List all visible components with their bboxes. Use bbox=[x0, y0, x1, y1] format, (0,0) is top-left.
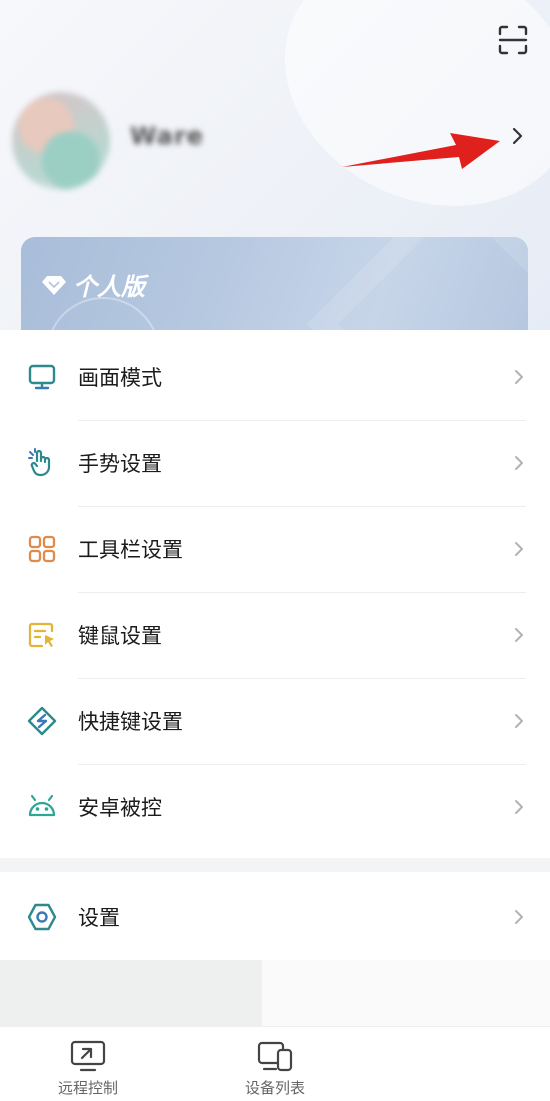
settings-panel: 设置 bbox=[0, 872, 550, 960]
profile-header: Ware 个人版 bbox=[0, 0, 550, 340]
menu-item-label: 安卓被控 bbox=[78, 796, 162, 820]
android-icon bbox=[28, 794, 56, 817]
chevron-right-icon bbox=[515, 628, 523, 642]
grid-icon bbox=[28, 535, 56, 563]
chevron-right-icon bbox=[515, 542, 523, 556]
tab-label: 设备列表 bbox=[244, 1079, 305, 1097]
bottom-tab-bar: 远程控制 设备列表 bbox=[0, 1026, 550, 1101]
vip-text: 个人版 bbox=[73, 273, 145, 301]
menu-item-label: 快捷键设置 bbox=[78, 710, 183, 734]
chevron-right-icon bbox=[515, 714, 523, 728]
username[interactable]: Ware bbox=[130, 122, 204, 150]
menu-item-display-mode[interactable]: 画面模式 bbox=[0, 334, 550, 420]
shortcut-diamond-icon bbox=[27, 706, 57, 736]
chevron-right-icon[interactable] bbox=[505, 122, 529, 150]
menu-panel: 画面模式 手势设置 工具栏设置 键鼠设置 快捷键设置 安卓被控 bbox=[0, 330, 550, 858]
gesture-hand-icon bbox=[28, 448, 51, 477]
menu-item-gesture[interactable]: 手势设置 bbox=[0, 420, 550, 506]
chevron-right-icon bbox=[515, 910, 523, 924]
tab-label: 远程控制 bbox=[57, 1079, 118, 1097]
menu-item-label: 设置 bbox=[78, 906, 120, 930]
vip-label: 个人版 bbox=[41, 267, 145, 302]
tab-remote-control[interactable]: 远程控制 bbox=[18, 1035, 158, 1097]
chevron-right-icon bbox=[515, 370, 523, 384]
annotation-red-arrow bbox=[342, 133, 500, 169]
keyboard-mouse-icon bbox=[28, 622, 54, 648]
avatar[interactable] bbox=[12, 92, 110, 190]
remote-control-icon bbox=[70, 1040, 106, 1072]
chevron-right-icon bbox=[515, 800, 523, 814]
menu-item-android[interactable]: 安卓被控 bbox=[0, 764, 550, 850]
settings-hexagon-icon bbox=[27, 903, 57, 931]
chevron-right-icon bbox=[515, 456, 523, 470]
blank-area bbox=[0, 960, 262, 1026]
menu-item-label: 画面模式 bbox=[78, 366, 162, 390]
monitor-icon bbox=[28, 364, 56, 390]
blank-area bbox=[262, 960, 550, 1026]
menu-item-label: 工具栏设置 bbox=[78, 538, 183, 562]
menu-item-label: 手势设置 bbox=[78, 452, 162, 476]
diamond-icon bbox=[42, 275, 66, 295]
menu-item-keyboard-mouse[interactable]: 键鼠设置 bbox=[0, 592, 550, 678]
menu-item-toolbar[interactable]: 工具栏设置 bbox=[0, 506, 550, 592]
menu-item-shortcuts[interactable]: 快捷键设置 bbox=[0, 678, 550, 764]
menu-item-label: 键鼠设置 bbox=[78, 624, 162, 648]
scan-icon[interactable] bbox=[497, 24, 529, 56]
device-list-icon bbox=[257, 1041, 293, 1072]
menu-item-settings[interactable]: 设置 bbox=[0, 874, 550, 960]
card-decoration bbox=[306, 237, 528, 340]
vip-card[interactable]: 个人版 bbox=[21, 237, 528, 340]
tab-device-list[interactable]: 设备列表 bbox=[205, 1035, 345, 1097]
